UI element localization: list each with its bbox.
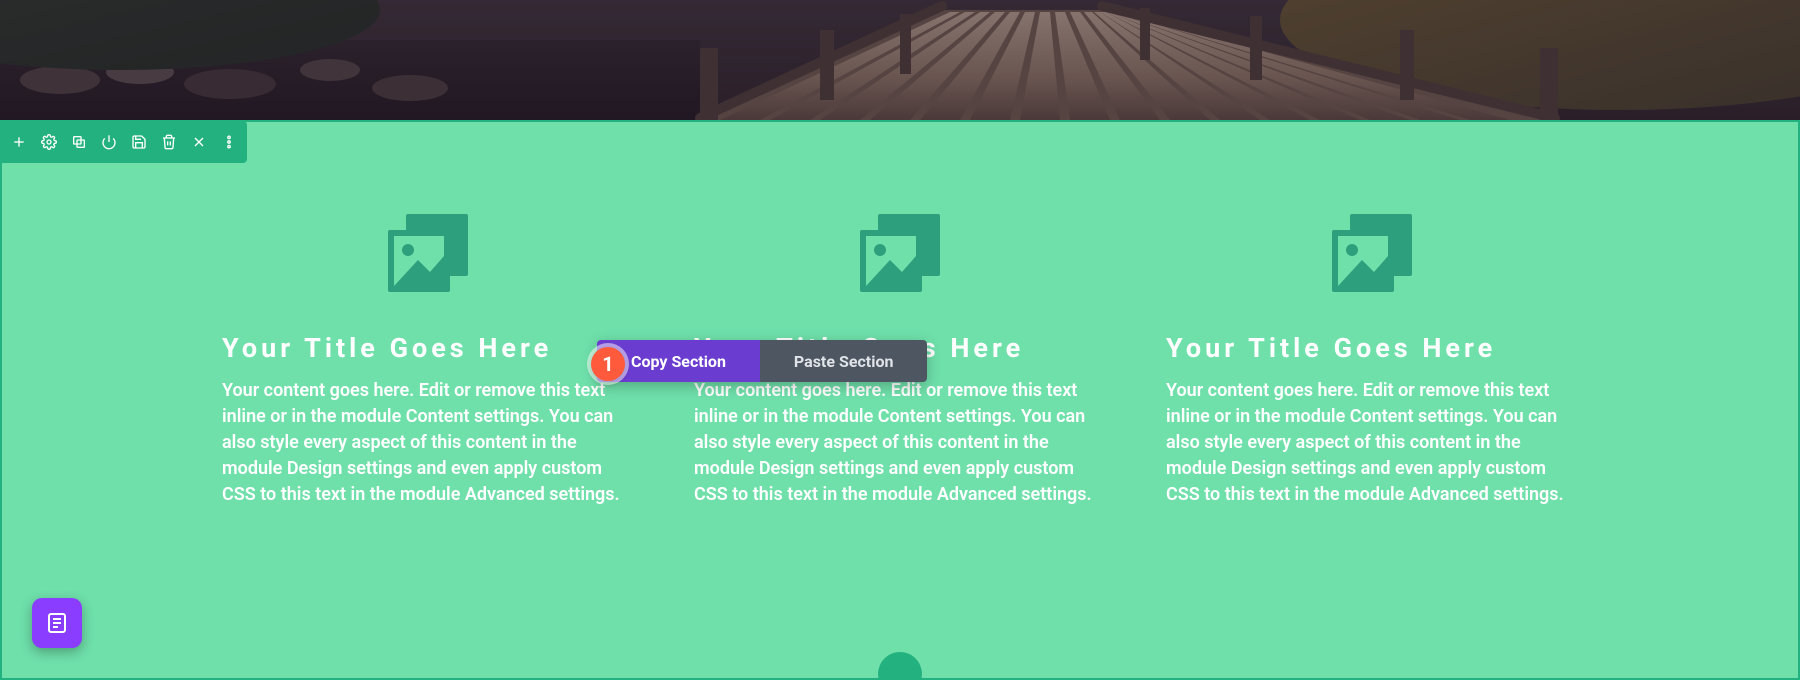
- save-icon[interactable]: [131, 134, 147, 150]
- notes-button[interactable]: [32, 598, 82, 648]
- step-badge-1: 1: [591, 347, 625, 381]
- builder-section[interactable]: Your Title Goes Here Your content goes h…: [0, 120, 1800, 680]
- blurb-body: Your content goes here. Edit or remove t…: [1166, 378, 1578, 508]
- trash-icon[interactable]: [161, 134, 177, 150]
- gear-icon[interactable]: [41, 134, 57, 150]
- paste-section-button[interactable]: Paste Section: [760, 340, 928, 382]
- blurb-module-1[interactable]: Your Title Goes Here Your content goes h…: [222, 202, 634, 508]
- add-icon[interactable]: [11, 134, 27, 150]
- images-icon: [850, 202, 950, 302]
- images-icon: [1322, 202, 1422, 302]
- section-toolbar: [1, 121, 247, 163]
- more-icon[interactable]: [221, 134, 237, 150]
- add-section-button[interactable]: [878, 652, 922, 680]
- section-context-menu: Copy Section Paste Section: [597, 340, 927, 382]
- blurb-body: Your content goes here. Edit or remove t…: [694, 378, 1106, 508]
- duplicate-icon[interactable]: [71, 134, 87, 150]
- hero-image: [0, 0, 1800, 120]
- blurb-title: Your Title Goes Here: [222, 332, 634, 364]
- blurb-body: Your content goes here. Edit or remove t…: [222, 378, 634, 508]
- columns-row: Your Title Goes Here Your content goes h…: [2, 122, 1798, 508]
- blurb-title: Your Title Goes Here: [1166, 332, 1578, 364]
- blurb-module-3[interactable]: Your Title Goes Here Your content goes h…: [1166, 202, 1578, 508]
- images-icon: [378, 202, 478, 302]
- power-icon[interactable]: [101, 134, 117, 150]
- close-icon[interactable]: [191, 134, 207, 150]
